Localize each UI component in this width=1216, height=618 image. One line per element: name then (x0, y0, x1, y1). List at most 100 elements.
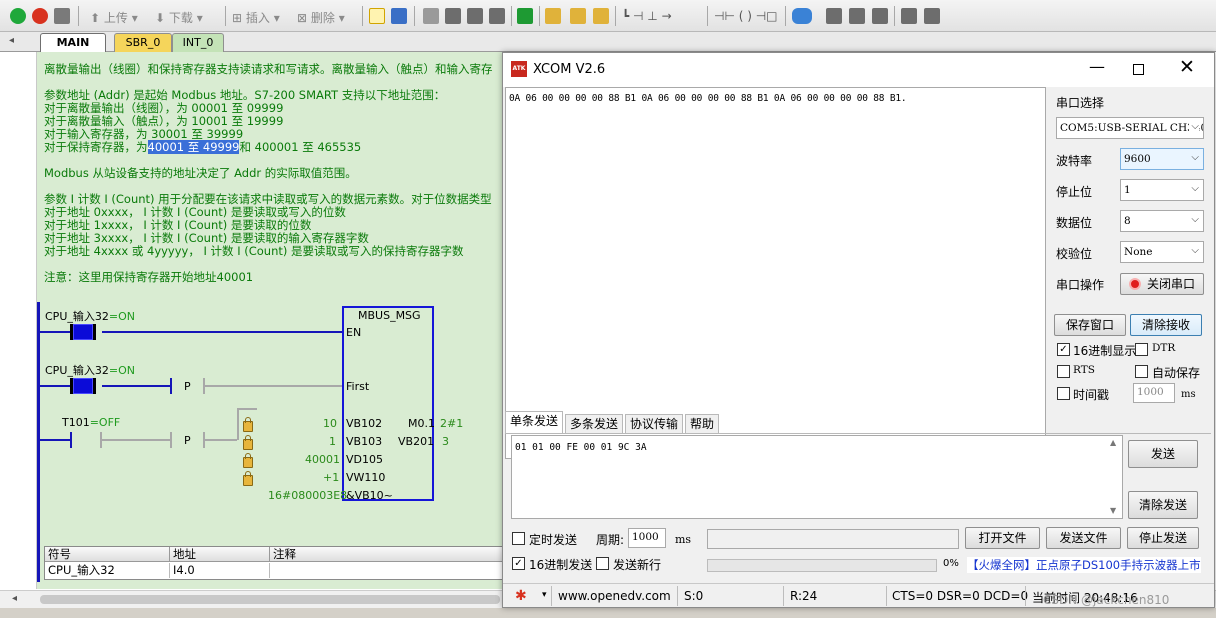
timed-send-checkbox[interactable] (512, 532, 525, 545)
settings-gear-icon[interactable]: ✱ (515, 588, 527, 604)
import-icon[interactable] (445, 8, 461, 24)
table-cell-address[interactable]: I4.0 (170, 563, 270, 578)
timestamp-checkbox[interactable] (1057, 387, 1070, 400)
scroll-up-icon[interactable]: ▲ (1110, 438, 1116, 447)
website-link[interactable]: www.openedv.com (558, 589, 671, 603)
lock-all-icon[interactable] (593, 8, 609, 24)
send-button[interactable]: 发送 (1128, 440, 1198, 468)
ad-link[interactable]: 【火爆全网】正点原子DS100手持示波器上市 (967, 557, 1201, 573)
wire (40, 385, 70, 387)
send-progress-bar (707, 559, 937, 572)
export-icon[interactable] (467, 8, 483, 24)
delete-button[interactable]: ⊠ 删除 ▾ (297, 9, 345, 26)
clear-send-button[interactable]: 清除发送 (1128, 491, 1198, 519)
contact-cpu-input-32[interactable] (70, 378, 96, 394)
clear-receive-button[interactable]: 清除接收 (1130, 314, 1202, 336)
stop-bits-label: 停止位 (1056, 185, 1093, 199)
contact-cpu-input-32[interactable] (70, 324, 96, 340)
data-bits-select[interactable]: 8 ⌵ (1120, 210, 1204, 232)
send-input[interactable]: 01 01 00 FE 00 01 9C 3A (511, 435, 1123, 519)
scroll-down-icon[interactable]: ▼ (1110, 506, 1116, 515)
period-input[interactable]: 1000 (628, 528, 666, 548)
pou-icon[interactable] (792, 8, 812, 24)
network-icon[interactable] (369, 8, 385, 24)
column-header-symbol[interactable]: 符号 (45, 547, 170, 562)
wire (205, 439, 237, 441)
table-cell-symbol[interactable]: CPU_输入32 (45, 563, 170, 578)
contact-label: CPU_输入32=ON (45, 362, 135, 378)
symbol-icon[interactable] (849, 8, 865, 24)
close-port-label: 关闭串口 (1146, 277, 1195, 291)
tab-protocol[interactable]: 协议传输 (625, 414, 684, 434)
lock-icon (243, 453, 253, 468)
received-count: R:24 (790, 589, 818, 603)
print-icon[interactable] (489, 8, 505, 24)
table-icon[interactable] (826, 8, 842, 24)
tab-sbr-0[interactable]: SBR_0 (114, 33, 172, 52)
coil-icons[interactable]: ⊣⊢ ( ) ⊣□ (714, 9, 778, 23)
stop-icon[interactable] (32, 8, 48, 24)
tab-scroll-left-icon[interactable]: ◂ (9, 35, 14, 46)
tab-multi-send[interactable]: 多条发送 (565, 414, 624, 434)
p-contact[interactable]: P (184, 380, 191, 393)
auto-save-checkbox[interactable] (1135, 365, 1148, 378)
send-file-button[interactable]: 发送文件 (1046, 527, 1121, 549)
lock-icon[interactable] (545, 8, 561, 24)
receive-area[interactable]: 0A 06 00 00 00 00 88 B1 0A 06 00 00 00 0… (505, 87, 1046, 459)
file-path-input[interactable] (707, 529, 959, 549)
hex-display-checkbox[interactable]: ✓ (1057, 343, 1070, 356)
toolbar-separator (78, 6, 79, 26)
status-separator (783, 586, 784, 606)
goto-icon[interactable] (517, 8, 533, 24)
baud-select[interactable]: 9600 ⌵ (1120, 148, 1204, 170)
upload-button[interactable]: ⬆ 上传 ▾ (90, 9, 138, 26)
unlock-icon[interactable] (570, 8, 586, 24)
run-icon[interactable] (10, 8, 26, 24)
maximize-icon[interactable] (1133, 64, 1144, 75)
close-port-button[interactable]: 关闭串口 (1120, 273, 1204, 295)
wire (70, 432, 72, 448)
save-window-button[interactable]: 保存窗口 (1054, 314, 1126, 336)
tab-main[interactable]: MAIN (40, 33, 106, 52)
dropdown-icon[interactable]: ▾ (542, 590, 547, 600)
data-bits-label: 数据位 (1056, 216, 1093, 230)
scroll-thumb[interactable] (40, 595, 500, 604)
wire (40, 439, 70, 441)
tab-help[interactable]: 帮助 (685, 414, 720, 434)
contact-icons[interactable]: ┗ ⊣ ⊥ → (622, 9, 672, 23)
contact-name: T101 (62, 416, 90, 429)
p-contact[interactable]: P (184, 434, 191, 447)
status-icon[interactable] (872, 8, 888, 24)
stop-bits-select[interactable]: 1 ⌵ (1120, 179, 1204, 201)
send-newline-label: 发送新行 (613, 558, 662, 572)
hex-send-checkbox[interactable]: ✓ (512, 557, 525, 570)
table-cell-comment[interactable] (270, 563, 505, 578)
timestamp-input[interactable]: 1000 (1133, 383, 1175, 403)
contact-state: =ON (108, 310, 135, 323)
tab-int-0[interactable]: INT_0 (172, 33, 224, 52)
compile-icon[interactable] (54, 8, 70, 24)
parity-select[interactable]: None ⌵ (1120, 241, 1204, 263)
symbol-table[interactable]: 符号 地址 注释 CPU_输入32 I4.0 (44, 546, 505, 580)
send-newline-checkbox[interactable] (596, 557, 609, 570)
download-button[interactable]: ⬇ 下载 ▾ (155, 9, 203, 26)
dtr-checkbox[interactable] (1135, 343, 1148, 356)
column-header-address[interactable]: 地址 (170, 547, 270, 562)
box-icon[interactable] (423, 8, 439, 24)
tab-single-send[interactable]: 单条发送 (505, 411, 564, 434)
minimize-icon[interactable]: — (1089, 57, 1105, 76)
pin-first: First (346, 380, 370, 393)
rts-checkbox[interactable] (1057, 365, 1070, 378)
edit-icon[interactable] (901, 8, 917, 24)
port-select[interactable]: COM5:USB-SERIAL CH340 ⌵ (1056, 117, 1204, 139)
column-header-comment[interactable]: 注释 (270, 547, 505, 562)
close-icon[interactable]: ✕ (1179, 56, 1195, 78)
network-view-icon[interactable] (391, 8, 407, 24)
scroll-left-icon[interactable]: ◂ (12, 593, 17, 604)
stop-send-button[interactable]: 停止发送 (1127, 527, 1199, 549)
open-file-button[interactable]: 打开文件 (965, 527, 1040, 549)
xcom-titlebar[interactable]: ATK XCOM V2.6 — ✕ (503, 53, 1214, 87)
properties-icon[interactable] (924, 8, 940, 24)
insert-button[interactable]: ⊞ 插入 ▾ (232, 9, 280, 26)
chevron-down-icon: ⌵ (1191, 245, 1199, 256)
